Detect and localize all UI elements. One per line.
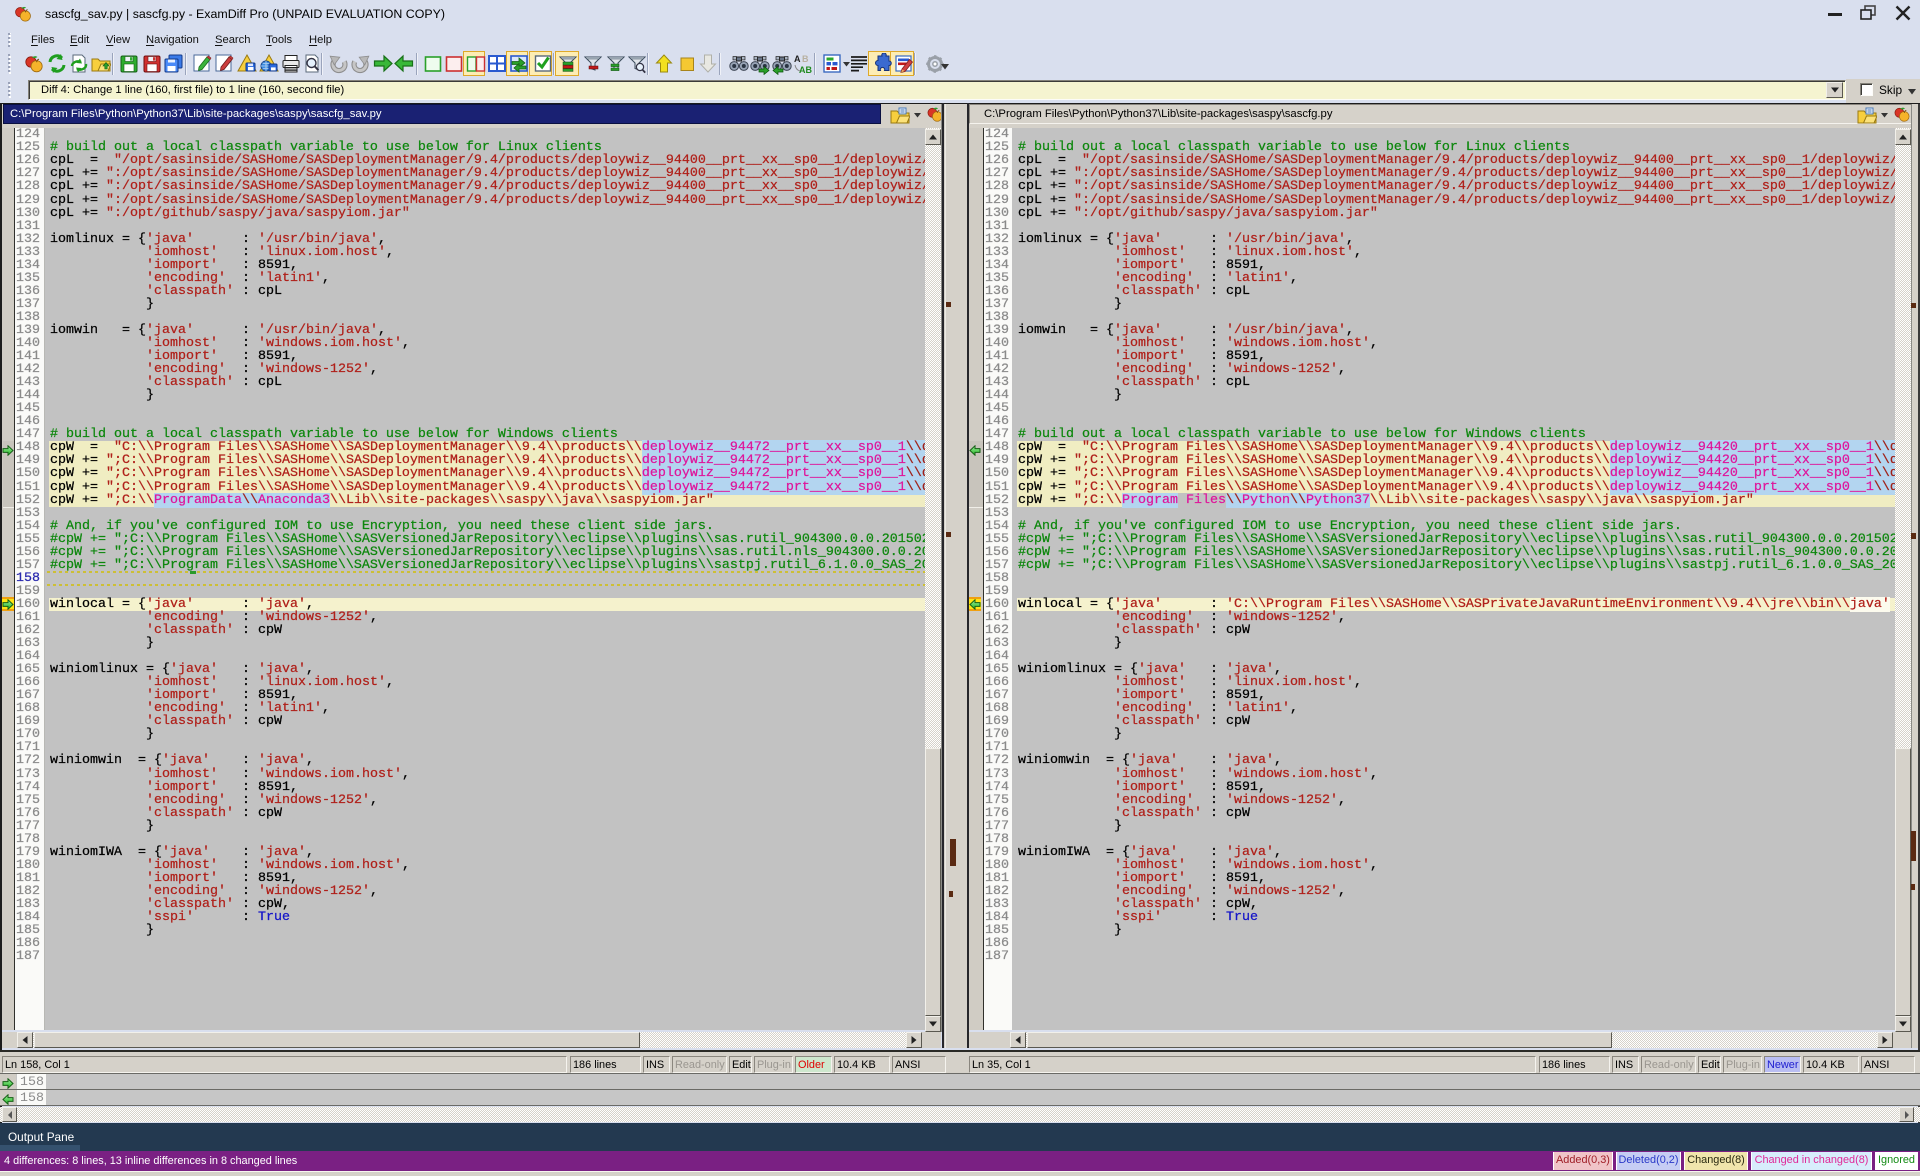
svg-text:B: B: [802, 54, 809, 64]
svg-text:AB: AB: [799, 65, 812, 75]
svg-text:A: A: [794, 54, 801, 64]
